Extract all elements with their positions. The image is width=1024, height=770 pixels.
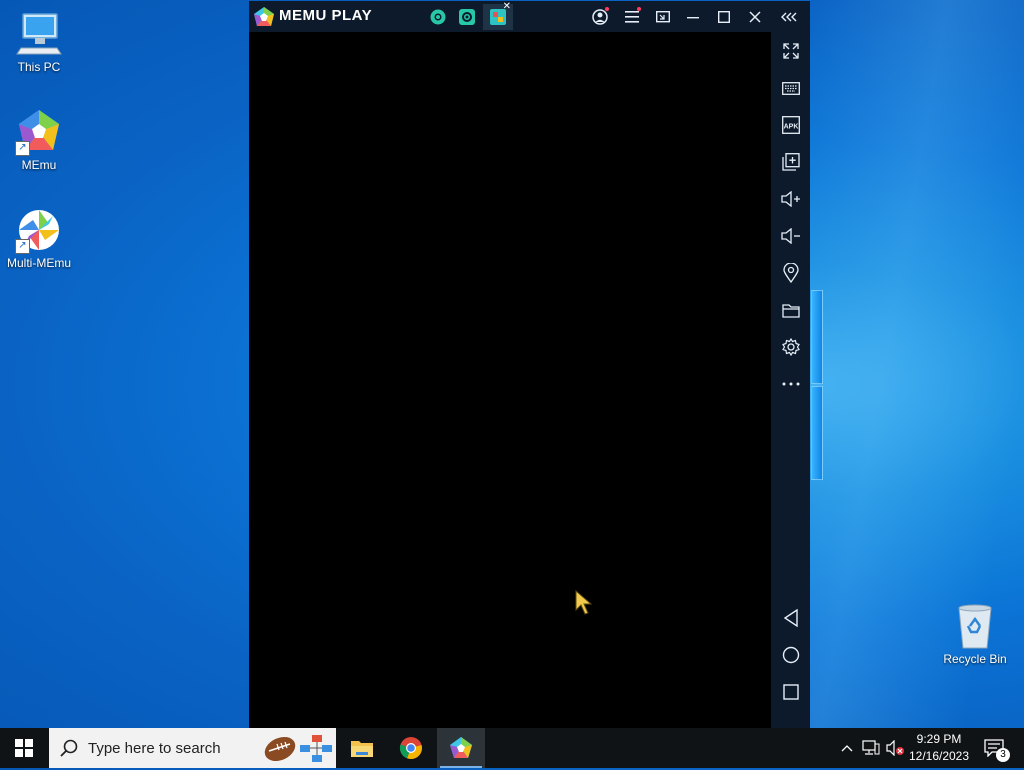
close-icon[interactable] [744, 6, 766, 28]
home-icon[interactable] [780, 644, 802, 666]
taskbar-chrome[interactable] [387, 728, 435, 768]
volume-muted-icon[interactable] [884, 728, 906, 768]
folder-icon [351, 741, 373, 757]
memu-app-icon: ↗ [15, 108, 63, 156]
collapse-sidebar-icon[interactable] [779, 6, 801, 28]
memu-sidebar: APK [771, 32, 810, 728]
windows-logo-icon [15, 739, 33, 757]
notification-count-badge: 3 [996, 748, 1010, 762]
start-button[interactable] [0, 728, 48, 768]
computer-icon [15, 10, 63, 58]
apk-icon[interactable]: APK [780, 114, 802, 136]
memu-titlebar[interactable]: MEMU PLAY ✕ [249, 1, 810, 32]
system-clock[interactable]: 9:29 PM 12/16/2023 [905, 731, 973, 765]
desktop-icon-label: Recycle Bin [943, 652, 1007, 666]
apk-label: APK [784, 124, 799, 131]
clock-time: 9:29 PM [916, 732, 962, 746]
multi-memu-app-icon: ↗ [15, 206, 63, 254]
taskbar-file-explorer[interactable] [338, 728, 386, 768]
fullscreen-icon[interactable] [780, 40, 802, 62]
desktop-icon-this-pc[interactable]: This PC [1, 10, 77, 74]
menu-icon[interactable] [621, 6, 643, 28]
location-icon[interactable] [780, 262, 802, 284]
home-tab-icon[interactable] [427, 6, 449, 28]
back-icon[interactable] [780, 607, 802, 629]
search-icon [60, 739, 78, 762]
show-hidden-icons-chevron-icon[interactable] [837, 728, 857, 768]
desktop-icon-label: Multi-MEmu [6, 256, 71, 270]
screen-mirror-icon[interactable] [652, 6, 674, 28]
shortcut-arrow-icon: ↗ [15, 239, 30, 254]
memu-brand-title: MEMU PLAY [279, 7, 373, 24]
multi-window-icon[interactable] [780, 151, 802, 173]
minimize-icon[interactable] [682, 6, 704, 28]
account-icon[interactable] [589, 6, 611, 28]
settings-tab-icon[interactable] [456, 6, 478, 28]
keyboard-icon[interactable] [780, 77, 802, 99]
settings-icon[interactable] [780, 336, 802, 358]
volume-up-icon[interactable] [780, 188, 802, 210]
network-icon[interactable] [860, 728, 882, 768]
shortcut-arrow-icon: ↗ [15, 141, 30, 156]
notification-center-icon[interactable]: 3 [978, 728, 1010, 768]
desktop-icon-memu[interactable]: ↗ MEmu [1, 108, 77, 172]
app-tab-icon[interactable]: ✕ [483, 1, 513, 30]
memu-window: MEMU PLAY ✕ APK [249, 1, 810, 728]
volume-down-icon[interactable] [780, 225, 802, 247]
mouse-cursor-icon [575, 589, 593, 621]
maximize-icon[interactable] [713, 6, 735, 28]
desktop-icon-label: This PC [17, 60, 61, 74]
desktop-icon-label: MEmu [21, 158, 57, 172]
search-input[interactable]: Type here to search [88, 740, 221, 757]
search-box[interactable]: Type here to search [49, 728, 336, 768]
recycle-bin-icon [951, 602, 999, 650]
recents-icon[interactable] [780, 681, 802, 703]
memu-logo-icon [253, 6, 275, 28]
wallpaper-window-pane [811, 386, 823, 480]
folder-icon[interactable] [780, 299, 802, 321]
taskbar: Type here to search 9:29 PM 12/16/2023 3 [0, 728, 1024, 768]
wallpaper-window-pane [811, 290, 823, 384]
close-tab-icon[interactable]: ✕ [503, 1, 511, 12]
desktop-icon-recycle-bin[interactable]: Recycle Bin [937, 602, 1013, 666]
desktop-icon-multi-memu[interactable]: ↗ Multi-MEmu [1, 206, 77, 270]
memu-app-icon [450, 737, 472, 758]
search-highlight-icon [260, 731, 334, 770]
chrome-icon [399, 737, 422, 760]
more-icon[interactable] [780, 373, 802, 395]
clock-date: 12/16/2023 [908, 749, 970, 763]
android-screen[interactable] [249, 32, 771, 728]
taskbar-memu[interactable] [437, 728, 485, 768]
